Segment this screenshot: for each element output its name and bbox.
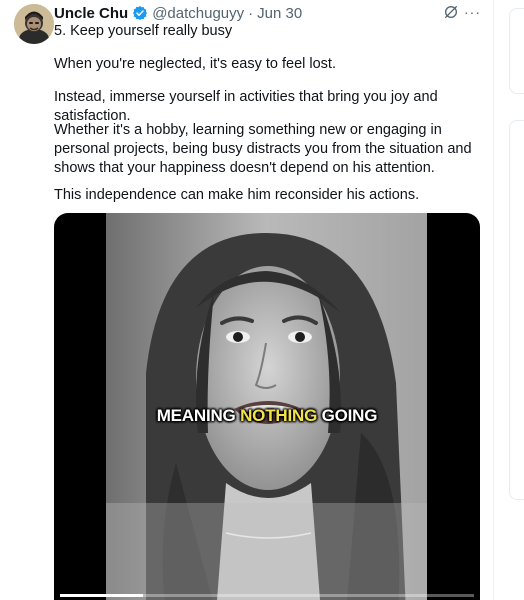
author-name[interactable]: Uncle Chu [54, 5, 128, 22]
grok-icon[interactable] [443, 4, 459, 20]
tweet[interactable]: Uncle Chu @datchuguyy · Jun 30 ··· 5. Ke… [0, 0, 494, 600]
more-options-icon[interactable]: ··· [464, 3, 482, 21]
author-handle[interactable]: @datchuguyy [152, 5, 244, 22]
video-progress-fill [60, 594, 143, 597]
tweet-paragraph: Whether it's a hobby, learning something… [54, 122, 472, 176]
sidebar-card [509, 8, 524, 94]
tweet-paragraph: When you're neglected, it's easy to feel… [54, 56, 336, 72]
video-progress-bar[interactable] [60, 594, 474, 597]
video-player[interactable]: MEANING NOTHING GOING [54, 213, 480, 600]
sidebar-card [509, 120, 524, 500]
right-sidebar [495, 0, 524, 600]
page: Uncle Chu @datchuguyy · Jun 30 ··· 5. Ke… [0, 0, 524, 600]
verified-badge-icon[interactable] [132, 5, 148, 21]
caption-text: GOING [317, 406, 378, 425]
tweet-date[interactable]: Jun 30 [257, 5, 302, 22]
separator-dot: · [248, 4, 254, 22]
caption-highlight: NOTHING [240, 406, 318, 425]
tweet-header: Uncle Chu @datchuguyy · Jun 30 [54, 4, 302, 22]
caption-text: MEANING [156, 406, 241, 425]
avatar[interactable] [14, 4, 54, 44]
tweet-title-line: 5. Keep yourself really busy [54, 23, 233, 39]
tweet-paragraph: This independence can make him reconside… [54, 187, 420, 203]
video-caption: MEANING NOTHING GOING [54, 406, 480, 426]
